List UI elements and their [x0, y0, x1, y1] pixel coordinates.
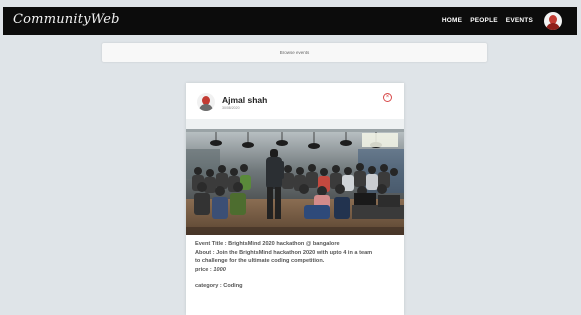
- nav-home[interactable]: HOME: [442, 17, 462, 24]
- nav-links: HOME PEOPLE EVENTS: [442, 17, 533, 24]
- event-details: Event Title : BrightsMind 2020 hackathon…: [195, 240, 399, 291]
- browse-events-button[interactable]: Browse events: [102, 43, 487, 62]
- avatar-body: [546, 23, 560, 30]
- close-icon[interactable]: ×: [383, 93, 392, 102]
- user-avatar-icon[interactable]: [544, 12, 562, 30]
- post-date: 30/08/2020: [222, 106, 240, 110]
- avatar-body: [199, 104, 213, 111]
- event-card: Ajmal shah 30/08/2020 × Event Title: Br…: [186, 83, 404, 315]
- event-about-continued: to challenge for the ultimate coding com…: [195, 258, 325, 265]
- event-photo: [186, 119, 404, 235]
- event-title: Event Title : BrightsMind 2020 hackathon…: [195, 241, 340, 247]
- top-navbar: CommunityWeb HOME PEOPLE EVENTS: [3, 7, 577, 35]
- author-avatar-icon[interactable]: [197, 93, 215, 111]
- nav-events[interactable]: EVENTS: [506, 17, 533, 24]
- event-price: price : 1000: [195, 266, 399, 275]
- author-name[interactable]: Ajmal shah: [222, 95, 267, 105]
- price-value: 1000: [213, 266, 226, 273]
- app-logo[interactable]: CommunityWeb: [13, 12, 120, 27]
- event-category: category : Coding: [195, 283, 243, 290]
- nav-people[interactable]: PEOPLE: [470, 17, 498, 24]
- price-label: price :: [195, 266, 212, 273]
- event-about: About : Join the BrightsMind hackathon 2…: [195, 249, 373, 256]
